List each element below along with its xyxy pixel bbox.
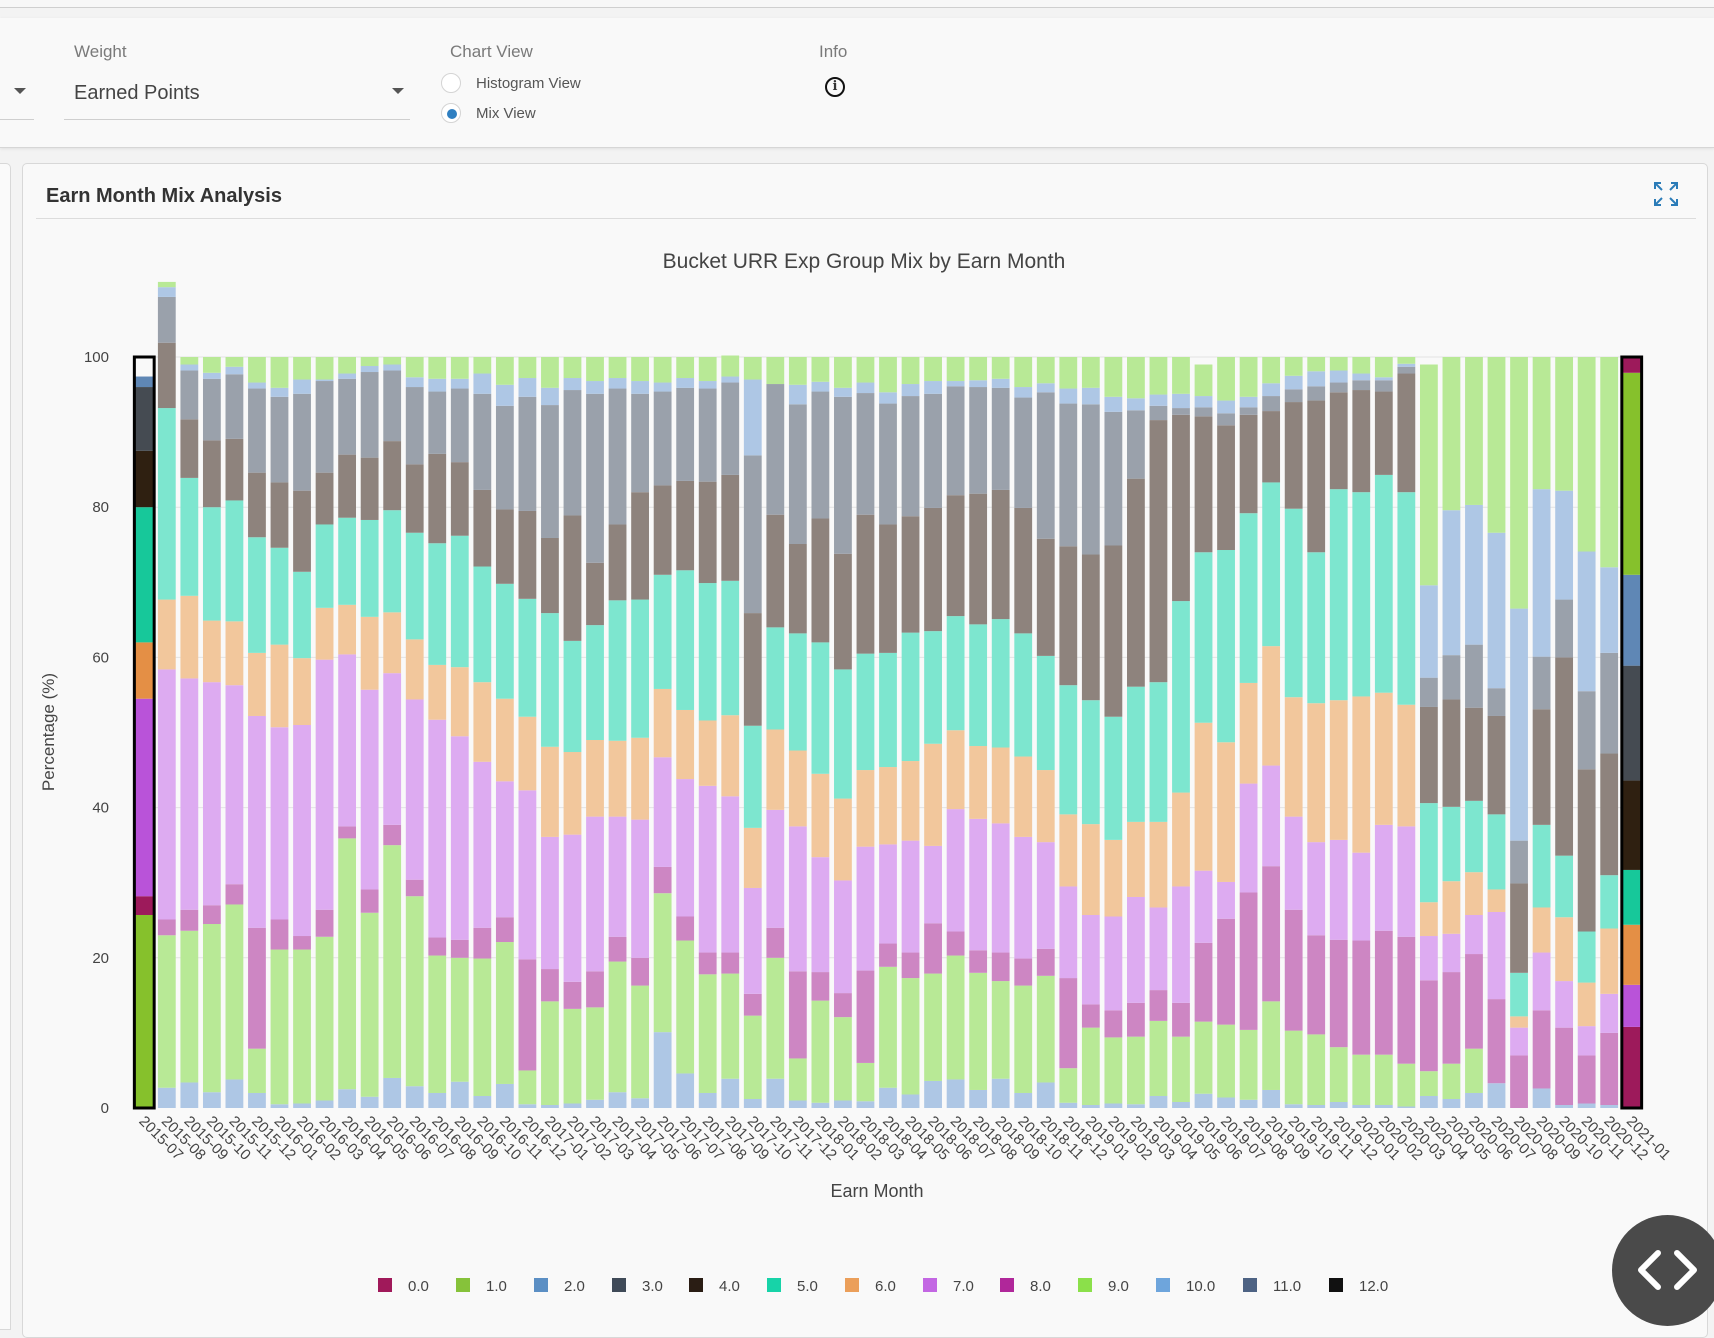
weight-label: Weight (74, 42, 127, 61)
legend-swatch (923, 1278, 937, 1292)
side-panel-edge (0, 163, 11, 1330)
legend-label: 7.0 (953, 1278, 974, 1295)
top-strip (0, 0, 1714, 8)
legend-label: 10.0 (1186, 1278, 1215, 1295)
expand-icon[interactable] (1653, 181, 1679, 207)
code-icon (1638, 1250, 1697, 1290)
legend-swatch (1078, 1278, 1092, 1292)
legend-swatch (534, 1278, 548, 1292)
mix-analysis-card: Earn Month Mix Analysis (22, 163, 1708, 1338)
code-toggle-button[interactable] (1612, 1215, 1714, 1326)
mix-view-radio[interactable]: Mix View (441, 101, 536, 125)
radio-checked-icon (441, 103, 461, 123)
chevron-down-icon (14, 88, 26, 94)
info-label: Info (819, 42, 848, 61)
legend-label: 3.0 (642, 1278, 663, 1295)
legend-swatch (767, 1278, 781, 1292)
legend-label: 8.0 (1030, 1278, 1051, 1295)
legend-label: 6.0 (875, 1278, 896, 1295)
legend-label: 9.0 (1108, 1278, 1129, 1295)
legend-swatch (456, 1278, 470, 1292)
histogram-view-radio[interactable]: Histogram View (441, 71, 581, 95)
chart-view-label: Chart View (450, 42, 533, 61)
legend-swatch (378, 1278, 392, 1292)
legend-swatch (1243, 1278, 1257, 1292)
chevron-down-icon (392, 88, 404, 94)
legend-label: 5.0 (797, 1278, 818, 1295)
legend-swatch (1329, 1278, 1343, 1292)
legend-swatch (612, 1278, 626, 1292)
legend-label: 2.0 (564, 1278, 585, 1295)
legend-swatch (689, 1278, 703, 1292)
mix-view-label: Mix View (476, 104, 536, 122)
legend-swatch (845, 1278, 859, 1292)
legend-label: 0.0 (408, 1278, 429, 1295)
weight-select-value: Earned Points (74, 82, 200, 104)
legend-swatch (1156, 1278, 1170, 1292)
radio-unchecked-icon (441, 73, 461, 93)
info-icon[interactable]: i (825, 77, 845, 97)
card-divider (36, 218, 1696, 219)
histogram-view-label: Histogram View (476, 74, 581, 92)
legend-label: 11.0 (1273, 1278, 1301, 1295)
legend-label: 4.0 (719, 1278, 740, 1295)
weight-select[interactable]: Earned Points (64, 68, 410, 120)
card-title: Earn Month Mix Analysis (46, 185, 282, 207)
legend-label: 1.0 (486, 1278, 507, 1295)
legend-label: 12.0 (1359, 1278, 1388, 1295)
filter-panel: Weight Earned Points Chart View Histogra… (0, 18, 1714, 148)
legend-swatch (1000, 1278, 1014, 1292)
previous-filter-select[interactable] (0, 68, 34, 120)
